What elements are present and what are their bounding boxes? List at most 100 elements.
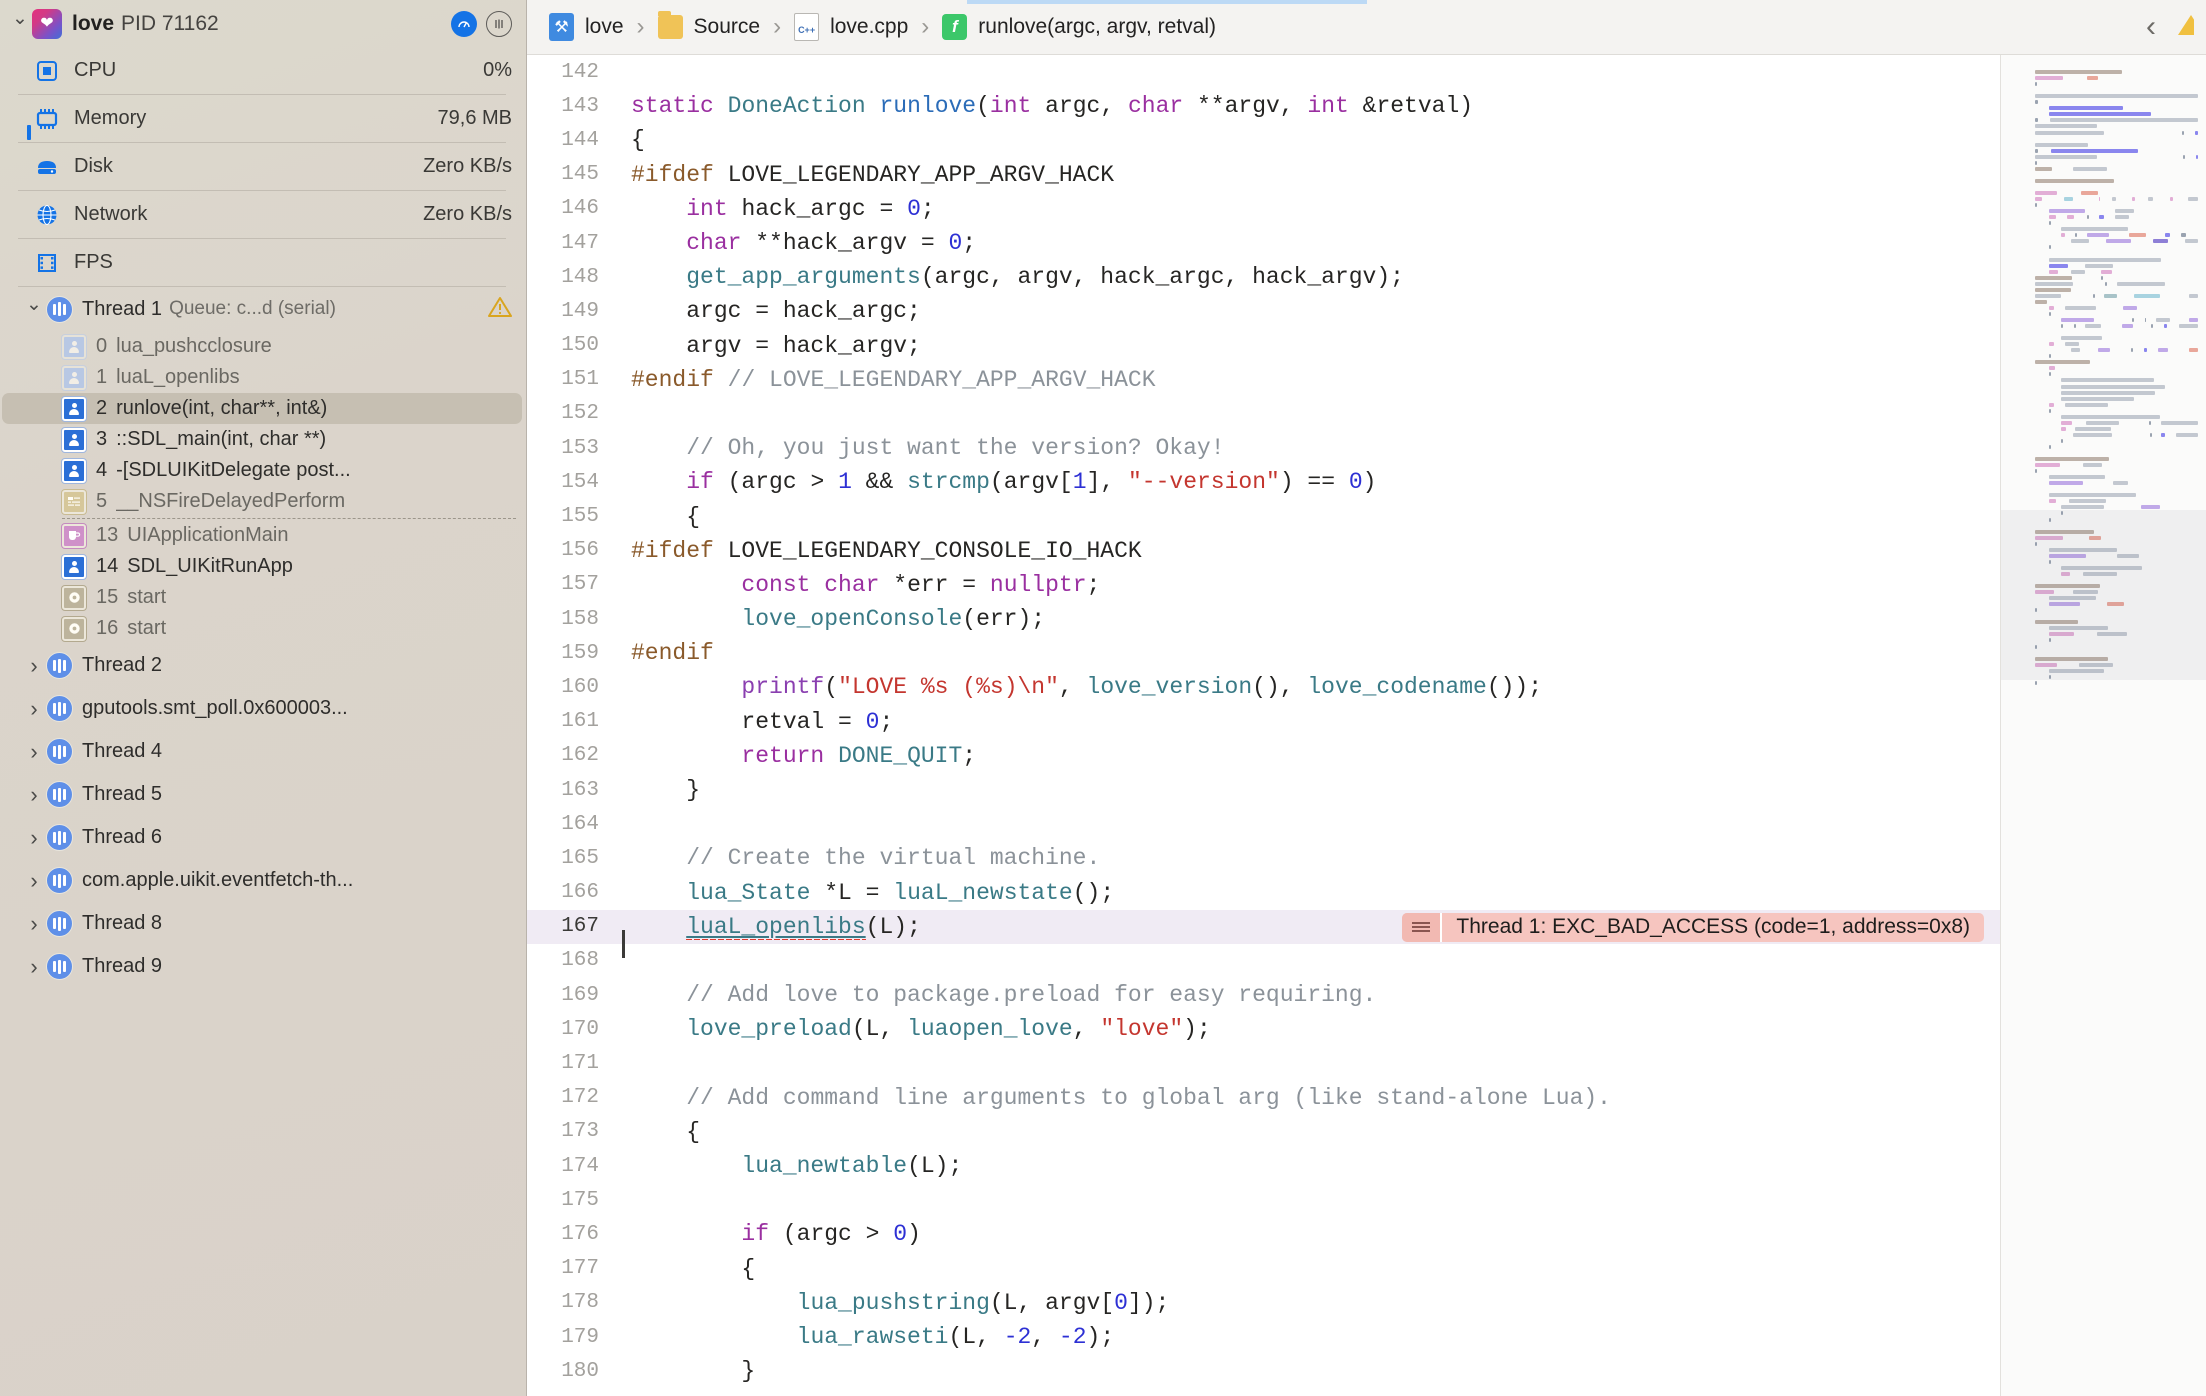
line-number[interactable]: 157 <box>527 573 617 596</box>
code-text[interactable]: love_openConsole(err); <box>631 606 2000 632</box>
thread-list[interactable]: Thread 2 gputools.smt_poll.0x600003... Thr… <box>0 644 526 988</box>
gauge-row-network[interactable]: Network Zero KB/s <box>0 191 526 238</box>
thread-row[interactable]: Thread 4 <box>0 730 526 773</box>
thread-disclosure-triangle[interactable] <box>22 300 46 319</box>
code-text[interactable]: // Oh, you just want the version? Okay! <box>631 435 2000 461</box>
line-number[interactable]: 151 <box>527 368 617 391</box>
code-line[interactable]: 169 // Add love to package.preload for e… <box>527 978 2000 1012</box>
line-number[interactable]: 143 <box>527 95 617 118</box>
code-line[interactable]: 170 love_preload(L, luaopen_love, "love"… <box>527 1012 2000 1046</box>
code-line[interactable]: 175 <box>527 1183 2000 1217</box>
thread-disclosure-triangle[interactable] <box>22 827 46 849</box>
thread-disclosure-triangle[interactable] <box>22 784 46 806</box>
gauge-row-fps[interactable]: FPS <box>0 239 526 286</box>
warning-triangle-icon[interactable] <box>2176 12 2194 43</box>
thread-row-current[interactable]: Thread 1 Queue: c...d (serial) <box>0 287 526 331</box>
code-text[interactable]: #endif <box>631 640 2000 666</box>
chevron-left-icon[interactable]: ‹ <box>2146 12 2156 42</box>
code-text[interactable]: { <box>631 1256 2000 1282</box>
code-text[interactable]: { <box>631 1119 2000 1145</box>
code-text[interactable]: // Add command line arguments to global … <box>631 1085 2000 1111</box>
source-minimap[interactable] <box>2000 55 2206 1396</box>
code-line[interactable]: 156 #ifdef LOVE_LEGENDARY_CONSOLE_IO_HACK <box>527 534 2000 568</box>
code-line[interactable]: 148 get_app_arguments(argc, argv, hack_a… <box>527 260 2000 294</box>
thread-row[interactable]: Thread 8 <box>0 902 526 945</box>
code-line[interactable]: 147 char **hack_argv = 0; <box>527 226 2000 260</box>
breadcrumb-item[interactable]: Source <box>657 11 760 39</box>
jump-bar[interactable]: ⚒ love › Source › C++ love.cpp › f runlove(argc, … <box>527 0 2206 55</box>
code-text[interactable]: int hack_argc = 0; <box>631 196 2000 222</box>
code-text[interactable]: const char *err = nullptr; <box>631 572 2000 598</box>
code-text[interactable]: char **hack_argv = 0; <box>631 230 2000 256</box>
code-line[interactable]: 172 // Add command line arguments to glo… <box>527 1081 2000 1115</box>
line-number[interactable]: 164 <box>527 813 617 836</box>
line-number[interactable]: 177 <box>527 1257 617 1280</box>
code-line[interactable]: 164 <box>527 807 2000 841</box>
code-line[interactable]: 179 lua_rawseti(L, -2, -2); <box>527 1320 2000 1354</box>
gauge-report-icon[interactable] <box>451 10 477 37</box>
code-line[interactable]: 177 { <box>527 1252 2000 1286</box>
thread-row[interactable]: Thread 2 <box>0 644 526 687</box>
line-number[interactable]: 155 <box>527 505 617 528</box>
code-area[interactable]: 142 143 static DoneAction runlove(int argc… <box>527 55 2206 1396</box>
thread-disclosure-triangle[interactable] <box>22 870 46 892</box>
line-number[interactable]: 165 <box>527 847 617 870</box>
line-number[interactable]: 159 <box>527 642 617 665</box>
code-line[interactable]: 162 return DONE_QUIT; <box>527 739 2000 773</box>
thread-disclosure-triangle[interactable] <box>22 913 46 935</box>
line-number[interactable]: 154 <box>527 471 617 494</box>
code-text[interactable]: get_app_arguments(argc, argv, hack_argc,… <box>631 264 2000 290</box>
line-number[interactable]: 179 <box>527 1326 617 1349</box>
code-line[interactable]: 155 { <box>527 499 2000 533</box>
code-text[interactable]: #ifdef LOVE_LEGENDARY_APP_ARGV_HACK <box>631 162 2000 188</box>
code-line[interactable]: 163 } <box>527 773 2000 807</box>
code-line[interactable]: 143 static DoneAction runlove(int argc, c… <box>527 89 2000 123</box>
code-line[interactable]: 145 #ifdef LOVE_LEGENDARY_APP_ARGV_HACK <box>527 158 2000 192</box>
stack-frame-row[interactable]: 3::SDL_main(int, char **) <box>0 424 526 455</box>
line-number[interactable]: 147 <box>527 232 617 255</box>
code-text[interactable]: // Create the virtual machine. <box>631 845 2000 871</box>
minimap-viewport-indicator[interactable] <box>2001 510 2206 680</box>
stack-frame-row[interactable]: 15 start <box>0 582 526 613</box>
thread-row[interactable]: gputools.smt_poll.0x600003... <box>0 687 526 730</box>
line-number[interactable]: 158 <box>527 608 617 631</box>
line-number[interactable]: 144 <box>527 129 617 152</box>
code-text[interactable]: lua_rawseti(L, -2, -2); <box>631 1324 2000 1350</box>
code-line[interactable]: 149 argc = hack_argc; <box>527 294 2000 328</box>
stack-frame-row[interactable]: 14 SDL_UIKitRunApp <box>0 551 526 582</box>
thread-disclosure-triangle[interactable] <box>22 698 46 720</box>
stack-frame-row[interactable]: 16 start <box>0 613 526 644</box>
stack-frame-list[interactable]: 0 lua_pushcclosure 1 luaL_openlibs 2 runlove(… <box>0 331 526 644</box>
code-line[interactable]: 159 #endif <box>527 636 2000 670</box>
breadcrumb-item[interactable]: ⚒ love <box>549 13 624 41</box>
code-text[interactable]: { <box>631 504 2000 530</box>
debug-navigator[interactable]: ❤ love PID 71162 CPU 0% <box>0 0 527 1396</box>
code-line[interactable]: 142 <box>527 55 2000 89</box>
code-text[interactable]: } <box>631 1358 2000 1384</box>
line-number[interactable]: 162 <box>527 744 617 767</box>
line-number[interactable]: 146 <box>527 197 617 220</box>
breadcrumb[interactable]: ⚒ love › Source › C++ love.cpp › f runlove(argc, … <box>549 11 1216 41</box>
code-text[interactable]: static DoneAction runlove(int argc, char… <box>631 93 2000 119</box>
breadcrumb-item[interactable]: C++ love.cpp <box>794 13 908 41</box>
code-text[interactable]: #ifdef LOVE_LEGENDARY_CONSOLE_IO_HACK <box>631 538 2000 564</box>
line-number[interactable]: 145 <box>527 163 617 186</box>
code-text[interactable]: return DONE_QUIT; <box>631 743 2000 769</box>
code-text[interactable]: retval = 0; <box>631 709 2000 735</box>
thread-disclosure-triangle[interactable] <box>22 655 46 677</box>
line-number[interactable]: 163 <box>527 779 617 802</box>
line-number[interactable]: 153 <box>527 437 617 460</box>
line-number[interactable]: 142 <box>527 61 617 84</box>
code-text[interactable]: if (argc > 0) <box>631 1221 2000 1247</box>
line-number[interactable]: 171 <box>527 1052 617 1075</box>
line-number[interactable]: 168 <box>527 949 617 972</box>
process-disclosure-triangle[interactable] <box>8 14 32 33</box>
gauge-row-memory[interactable]: Memory 79,6 MB <box>0 95 526 142</box>
thread-row[interactable]: Thread 5 <box>0 773 526 816</box>
thread-row[interactable]: Thread 9 <box>0 945 526 988</box>
code-line[interactable]: 180 } <box>527 1354 2000 1388</box>
stack-frame-row[interactable]: 0 lua_pushcclosure <box>0 331 526 362</box>
code-line[interactable]: 168 <box>527 944 2000 978</box>
line-number[interactable]: 173 <box>527 1120 617 1143</box>
line-number[interactable]: 166 <box>527 881 617 904</box>
